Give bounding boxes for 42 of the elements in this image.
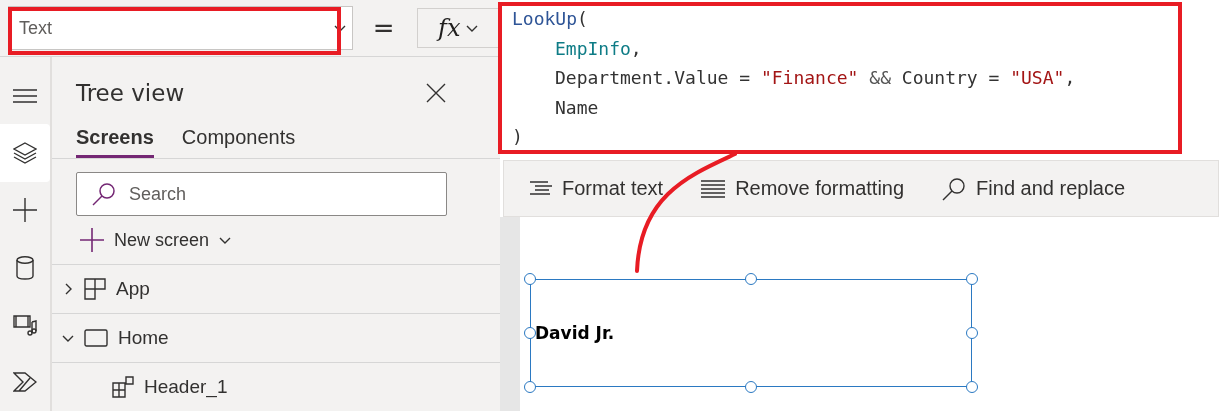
menu-icon (13, 88, 37, 103)
code-line: LookUp( (512, 7, 589, 31)
tree-item[interactable]: Home (118, 327, 169, 349)
toolbar-button[interactable]: Remove formatting (701, 177, 905, 200)
code-line: EmpInfo, (554, 36, 643, 61)
resize-handle[interactable] (524, 381, 536, 393)
fx-button[interactable]: fx (416, 8, 500, 48)
layers-icon (13, 142, 37, 164)
format-text-icon (530, 180, 552, 197)
code-line: ) (512, 125, 524, 149)
new-screen-button[interactable]: New screen (80, 226, 232, 254)
resize-handle[interactable] (524, 273, 536, 285)
toolbar-button[interactable]: Find and replace (942, 176, 1126, 201)
code-line: Department.Value = "Finance" && Country = "USA", (554, 66, 1077, 90)
tab[interactable]: Screens (76, 122, 154, 158)
toolbar-button[interactable]: Format text (530, 177, 664, 200)
search-icon (942, 176, 967, 201)
panel-title: Tree view (76, 79, 185, 106)
close-button[interactable] (426, 82, 446, 103)
database-icon (16, 255, 34, 280)
automate-icon (13, 372, 37, 393)
app-icon (84, 278, 106, 300)
code-line: Name (554, 95, 600, 120)
tab[interactable]: Components (181, 122, 296, 158)
tree-item[interactable]: Header_1 (144, 376, 228, 398)
search-icon (92, 182, 116, 206)
screen-icon (84, 329, 108, 347)
component-icon (112, 376, 134, 398)
resize-handle[interactable] (524, 327, 536, 339)
resize-handle[interactable] (966, 327, 978, 339)
equals-sign: = (372, 13, 395, 43)
tree-item[interactable]: App (116, 278, 150, 300)
media-icon (13, 313, 37, 336)
resize-handle[interactable] (966, 273, 978, 285)
resize-handle[interactable] (745, 381, 757, 393)
lines-icon (701, 179, 726, 198)
plus-icon (13, 198, 37, 223)
resize-handle[interactable] (745, 273, 757, 285)
search-field[interactable]: Search (76, 172, 447, 216)
rail-button[interactable] (0, 124, 50, 182)
plus-icon (80, 228, 104, 252)
resize-handle[interactable] (966, 381, 978, 393)
